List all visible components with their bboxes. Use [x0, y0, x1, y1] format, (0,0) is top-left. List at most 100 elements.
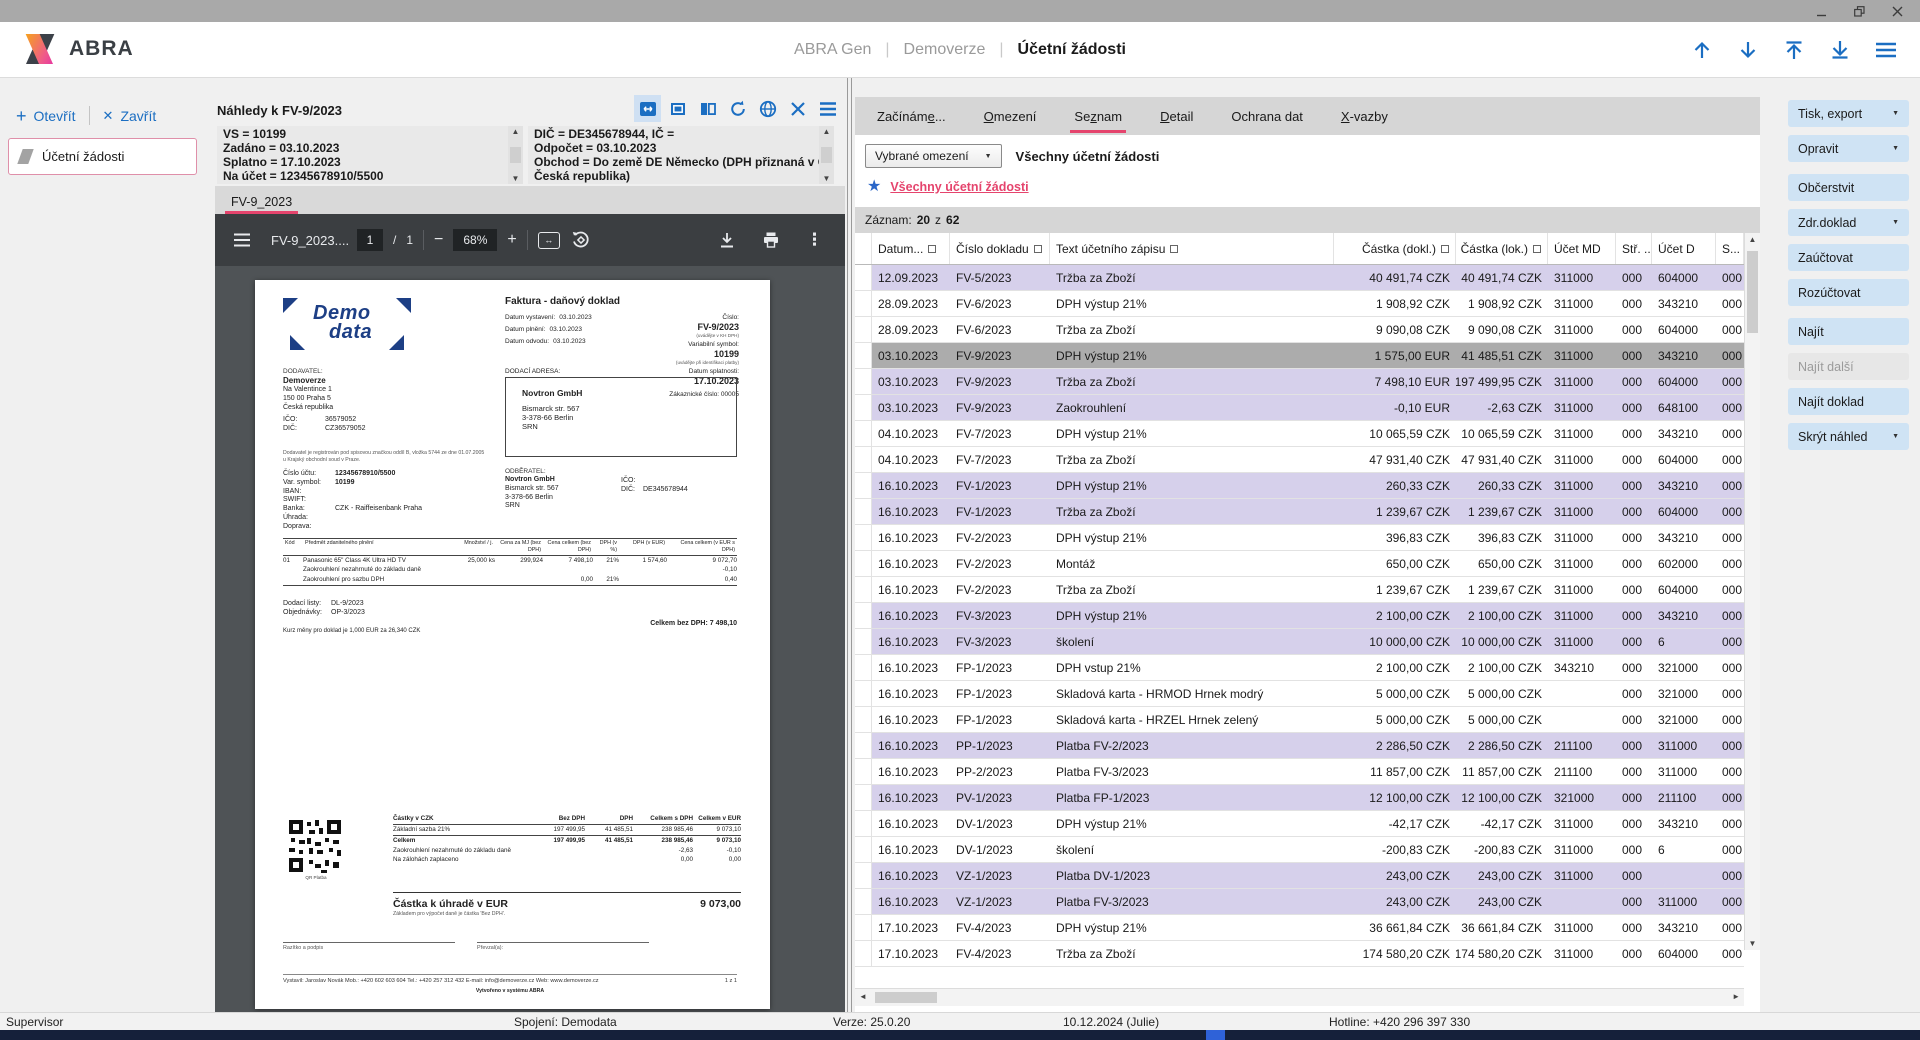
column-header-account-md[interactable]: Účet MD: [1548, 233, 1616, 264]
table-row[interactable]: 03.10.2023FV-9/2023DPH výstup 21%1 575,0…: [855, 343, 1744, 369]
scroll-thumb[interactable]: [510, 147, 521, 163]
tab-3[interactable]: Detail: [1148, 97, 1205, 135]
menu-icon[interactable]: [1874, 38, 1898, 62]
column-filter-icon[interactable]: [1533, 245, 1541, 253]
page-number-input[interactable]: 1: [357, 229, 383, 251]
table-row[interactable]: 16.10.2023FV-1/2023Tržba za Zboží1 239,6…: [855, 499, 1744, 525]
table-row[interactable]: 03.10.2023FV-9/2023Zaokrouhlení-0,10 EUR…: [855, 395, 1744, 421]
action-button-9[interactable]: Skrýt náhled▼: [1788, 423, 1909, 450]
table-row[interactable]: 16.10.2023FV-1/2023DPH výstup 21%260,33 …: [855, 473, 1744, 499]
table-row[interactable]: 04.10.2023FV-7/2023Tržba za Zboží47 931,…: [855, 447, 1744, 473]
column-header-entry-text[interactable]: Text účetního zápisu: [1050, 233, 1334, 264]
table-row[interactable]: 16.10.2023FV-2/2023DPH výstup 21%396,83 …: [855, 525, 1744, 551]
column-header-amount-local[interactable]: Částka (lok.): [1456, 233, 1548, 264]
table-row[interactable]: 16.10.2023DV-1/2023DPH výstup 21%-42,17 …: [855, 811, 1744, 837]
column-header-account-d[interactable]: Účet D: [1652, 233, 1716, 264]
table-row[interactable]: 16.10.2023FV-2/2023Montáž650,00 CZK650,0…: [855, 551, 1744, 577]
minimize-button[interactable]: [1814, 4, 1828, 18]
column-header-status[interactable]: S...: [1716, 233, 1744, 264]
arrow-to-top-icon[interactable]: [1782, 38, 1806, 62]
more-options-icon[interactable]: ⋮: [806, 230, 823, 250]
tab-0[interactable]: Začínáme...: [865, 97, 958, 135]
table-row[interactable]: 16.10.2023VZ-1/2023Platba DV-1/2023243,0…: [855, 863, 1744, 889]
table-row[interactable]: 28.09.2023FV-6/2023Tržba za Zboží9 090,0…: [855, 317, 1744, 343]
column-filter-icon[interactable]: [928, 245, 936, 253]
scroll-down-icon[interactable]: ▼: [512, 174, 520, 183]
tab-4[interactable]: Ochrana dat: [1219, 97, 1315, 135]
scroll-up-icon[interactable]: ▲: [1745, 235, 1760, 244]
table-row[interactable]: 28.09.2023FV-6/2023DPH výstup 21%1 908,9…: [855, 291, 1744, 317]
close-preview-icon[interactable]: [784, 95, 811, 122]
restriction-dropdown[interactable]: Vybrané omezení ▼: [865, 144, 1002, 168]
scroll-right-icon[interactable]: ►: [1732, 992, 1740, 1001]
download-icon[interactable]: [718, 231, 736, 249]
scroll-down-icon[interactable]: ▼: [1745, 939, 1760, 948]
arrow-down-icon[interactable]: [1736, 38, 1760, 62]
preview-doc-tab[interactable]: FV-9_2023: [225, 195, 298, 214]
rotate-icon[interactable]: [570, 229, 592, 251]
info-scrollbar[interactable]: ▲▼: [819, 126, 834, 184]
table-row[interactable]: 16.10.2023FP-1/2023DPH vstup 21%2 100,00…: [855, 655, 1744, 681]
zoom-in-icon[interactable]: +: [507, 231, 516, 249]
column-filter-icon[interactable]: [1034, 245, 1042, 253]
close-tab-button[interactable]: ✕Zavřít: [103, 108, 157, 124]
tab-2[interactable]: Seznam: [1062, 97, 1134, 135]
print-icon[interactable]: [762, 231, 780, 249]
action-button-0[interactable]: Tisk, export▼: [1788, 100, 1909, 127]
column-filter-icon[interactable]: [1441, 245, 1449, 253]
horizontal-scrollbar[interactable]: ◄ ►: [855, 988, 1744, 1006]
panel-splitter[interactable]: [847, 78, 852, 1012]
scroll-thumb[interactable]: [821, 147, 832, 163]
column-header-doc-number[interactable]: Číslo dokladu: [950, 233, 1050, 264]
scroll-thumb[interactable]: [875, 992, 937, 1003]
close-button[interactable]: [1890, 4, 1904, 18]
breadcrumb-item[interactable]: Účetní žádosti: [1018, 41, 1126, 59]
arrow-to-bottom-icon[interactable]: [1828, 38, 1852, 62]
tab-1[interactable]: Omezení: [972, 97, 1049, 135]
table-row[interactable]: 16.10.2023DV-1/2023školení-200,83 CZK-20…: [855, 837, 1744, 863]
pdf-menu-icon[interactable]: [233, 233, 251, 247]
table-row[interactable]: 16.10.2023PP-2/2023Platba FV-3/202311 85…: [855, 759, 1744, 785]
table-row[interactable]: 12.09.2023FV-5/2023Tržba za Zboží40 491,…: [855, 265, 1744, 291]
column-filter-icon[interactable]: [1170, 245, 1178, 253]
action-button-3[interactable]: Zdr.doklad▼: [1788, 209, 1909, 236]
table-row[interactable]: 04.10.2023FV-7/2023DPH výstup 21%10 065,…: [855, 421, 1744, 447]
table-row[interactable]: 03.10.2023FV-9/2023Tržba za Zboží7 498,1…: [855, 369, 1744, 395]
single-pane-icon[interactable]: [664, 95, 691, 122]
globe-icon[interactable]: [754, 95, 781, 122]
zoom-out-icon[interactable]: −: [434, 231, 443, 249]
breadcrumb-item[interactable]: Demoverze: [904, 41, 986, 59]
restore-button[interactable]: [1852, 4, 1866, 18]
taskbar-app-indicator[interactable]: [1206, 1030, 1225, 1040]
column-header-date[interactable]: Datum...: [872, 233, 950, 264]
table-row[interactable]: 17.10.2023FV-4/2023Tržba za Zboží174 580…: [855, 941, 1744, 967]
table-row[interactable]: 16.10.2023FV-3/2023školení10 000,00 CZK1…: [855, 629, 1744, 655]
refresh-icon[interactable]: [724, 95, 751, 122]
breadcrumb-item[interactable]: ABRA Gen: [794, 41, 871, 59]
sidebar-item-ucetni-zadosti[interactable]: Účetní žádosti: [8, 138, 197, 175]
scroll-up-icon[interactable]: ▲: [823, 127, 831, 136]
table-row[interactable]: 16.10.2023FP-1/2023Skladová karta - HRMO…: [855, 681, 1744, 707]
tab-5[interactable]: X-vazby: [1329, 97, 1400, 135]
table-row[interactable]: 16.10.2023VZ-1/2023Platba FV-3/2023243,0…: [855, 889, 1744, 915]
favorite-link[interactable]: Všechny účetní žádosti: [890, 180, 1028, 194]
column-header-center[interactable]: Stř. ...: [1616, 233, 1652, 264]
vertical-scrollbar[interactable]: ▲ ▼: [1744, 233, 1760, 950]
table-row[interactable]: 16.10.2023PP-1/2023Platba FV-2/20232 286…: [855, 733, 1744, 759]
scroll-left-icon[interactable]: ◄: [859, 992, 867, 1001]
table-row[interactable]: 16.10.2023FV-3/2023DPH výstup 21%2 100,0…: [855, 603, 1744, 629]
split-pane-icon[interactable]: [694, 95, 721, 122]
action-button-4[interactable]: Zaúčtovat: [1788, 244, 1909, 271]
table-row[interactable]: 17.10.2023FV-4/2023DPH výstup 21%36 661,…: [855, 915, 1744, 941]
column-header-amount-doc[interactable]: Částka (dokl.): [1334, 233, 1456, 264]
action-button-2[interactable]: Občerstvit: [1788, 174, 1909, 201]
scroll-down-icon[interactable]: ▼: [823, 174, 831, 183]
preview-menu-icon[interactable]: [814, 95, 841, 122]
table-row[interactable]: 16.10.2023FP-1/2023Skladová karta - HRZE…: [855, 707, 1744, 733]
action-button-5[interactable]: Rozúčtovat: [1788, 279, 1909, 306]
action-button-1[interactable]: Opravit▼: [1788, 135, 1909, 162]
pdf-canvas[interactable]: Demodata Faktura - daňový doklad Datum v…: [215, 266, 845, 1012]
info-scrollbar[interactable]: ▲▼: [508, 126, 523, 184]
action-button-6[interactable]: Najít: [1788, 318, 1909, 345]
fit-width-icon[interactable]: [634, 95, 661, 122]
